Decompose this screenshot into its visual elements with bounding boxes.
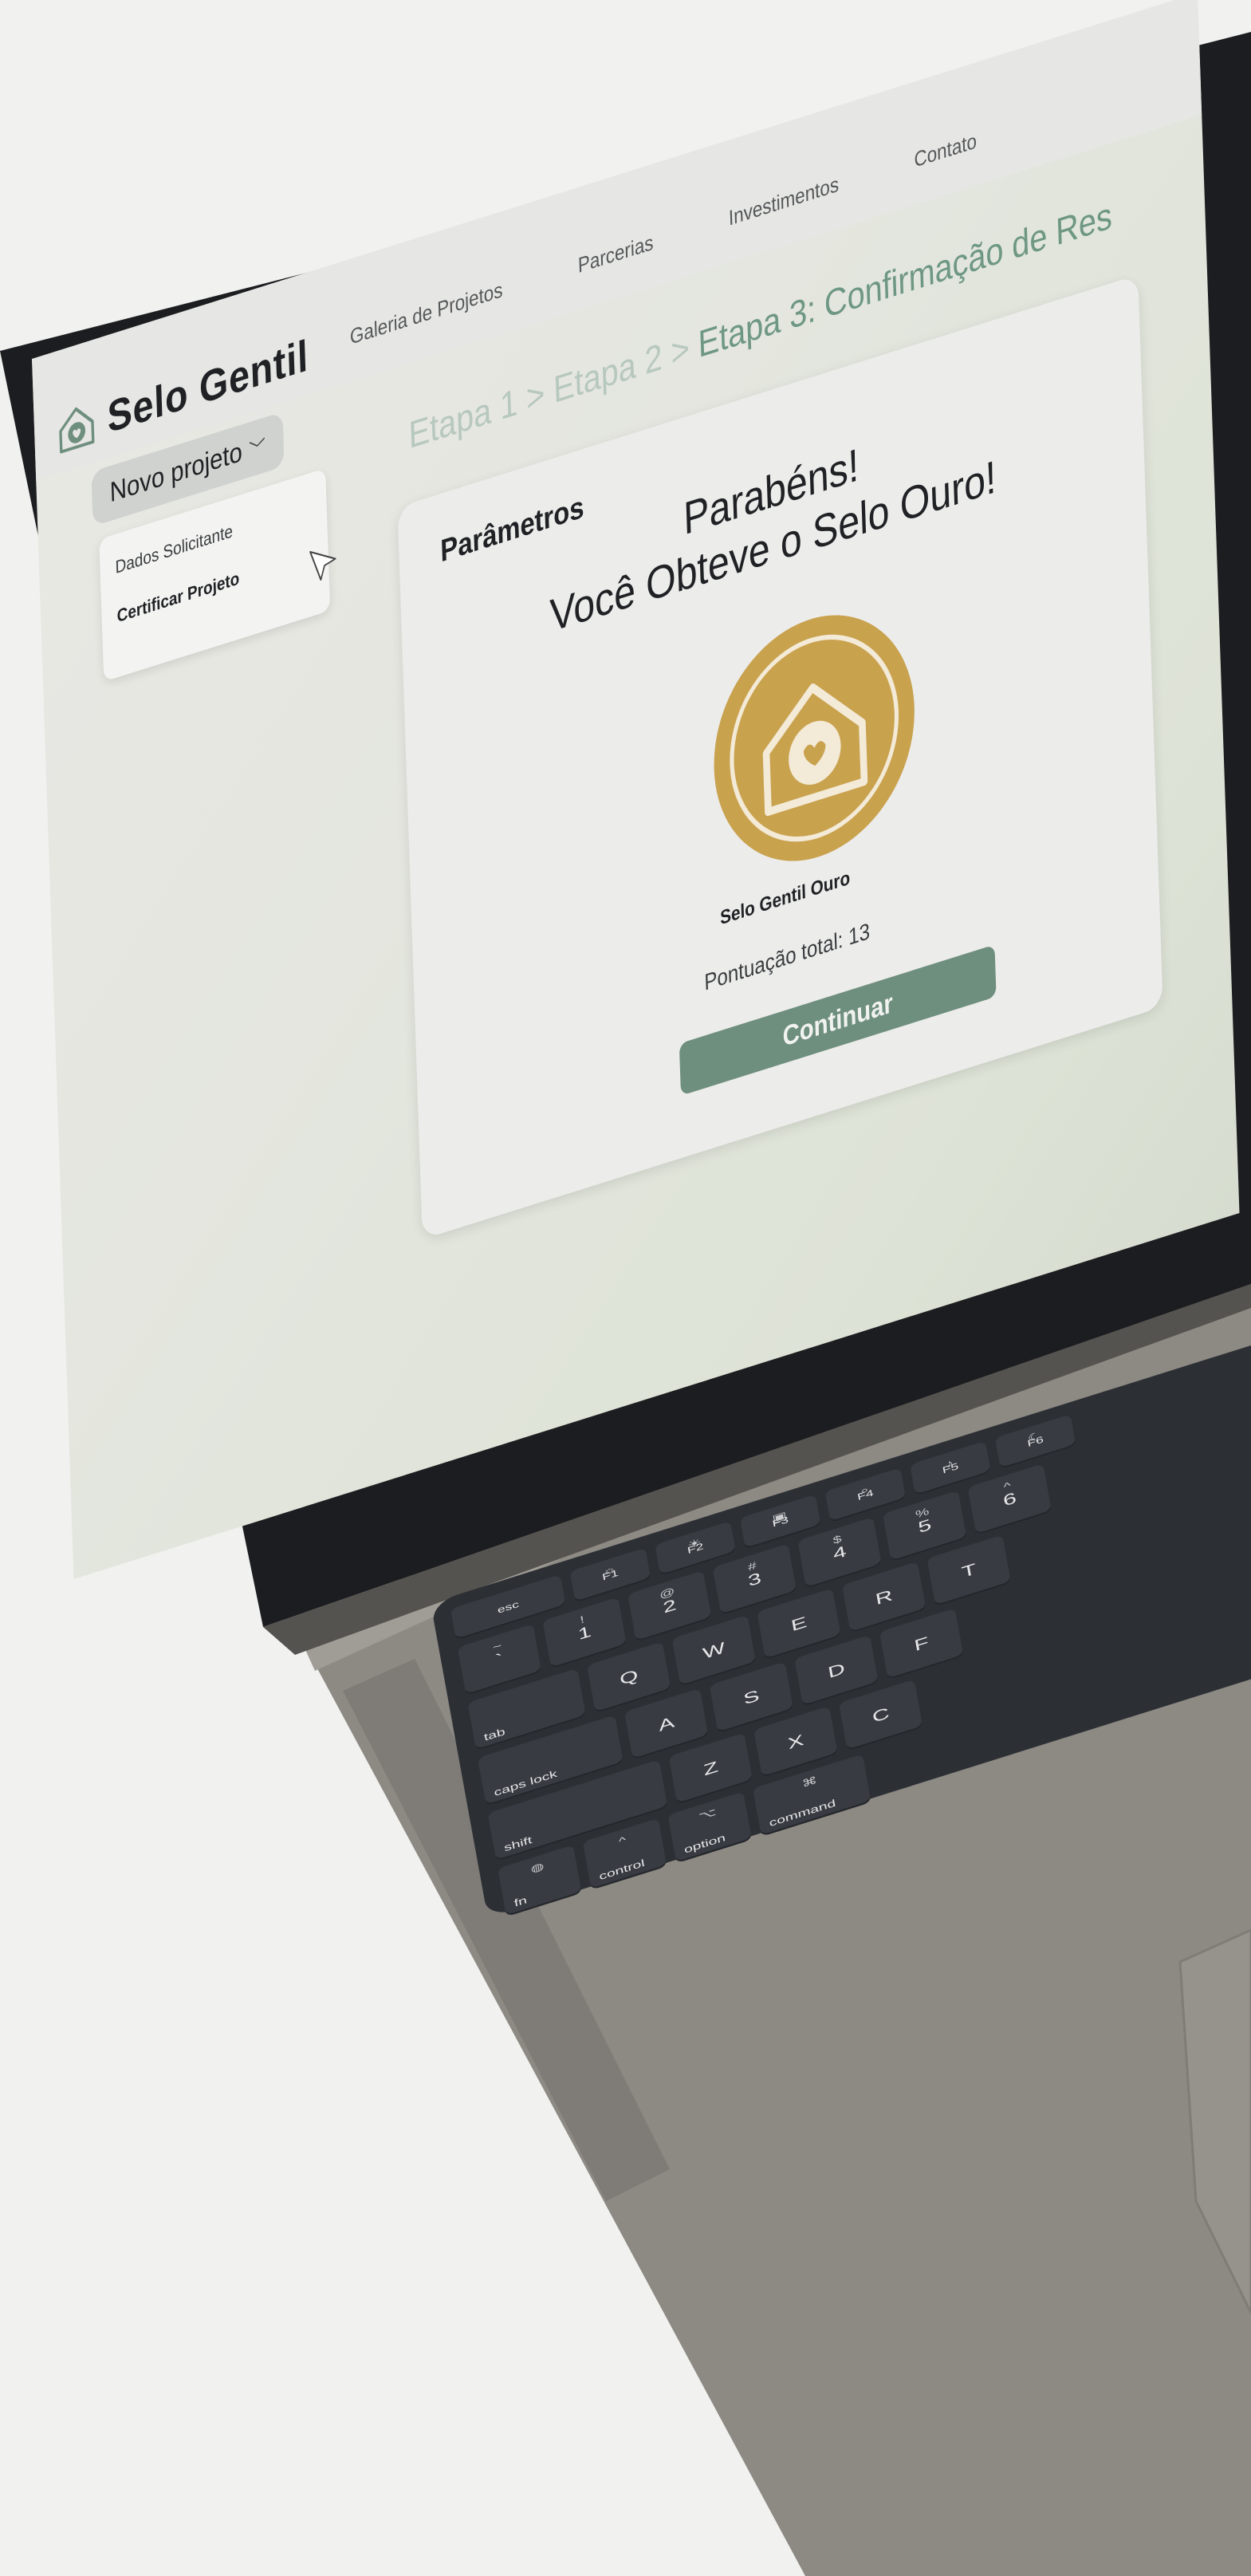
breadcrumb-step-1[interactable]: Etapa 1: [408, 380, 518, 457]
moon-icon: ☾: [1026, 1428, 1043, 1445]
gold-seal-icon: [714, 615, 915, 861]
mission-control-icon: ▣: [771, 1509, 788, 1525]
brightness-down-icon: ☼: [601, 1562, 618, 1578]
nav-contato[interactable]: Contato: [914, 128, 977, 173]
breadcrumb-separator: >: [525, 371, 546, 420]
key-label: fn: [513, 1893, 528, 1909]
breadcrumb-separator: >: [670, 325, 690, 375]
score-label: Pontuação total:: [703, 926, 844, 995]
stage: Selo Gentil Galeria de Projetos Parceria…: [0, 0, 1251, 2576]
nav-parcerias[interactable]: Parcerias: [577, 230, 654, 278]
brightness-up-icon: ☀: [686, 1535, 702, 1551]
search-icon: ⌕: [859, 1483, 870, 1498]
nav-galeria-de-projetos[interactable]: Galeria de Projetos: [349, 277, 502, 350]
score-value: 13: [848, 918, 871, 951]
breadcrumb-step-2[interactable]: Etapa 2: [553, 335, 663, 412]
chevron-down-icon: ﹀: [248, 435, 266, 463]
nav-investimentos[interactable]: Investimentos: [728, 171, 839, 231]
microphone-icon: ♪: [944, 1456, 954, 1471]
key-label: esc: [496, 1598, 520, 1616]
house-heart-icon: [59, 407, 95, 454]
